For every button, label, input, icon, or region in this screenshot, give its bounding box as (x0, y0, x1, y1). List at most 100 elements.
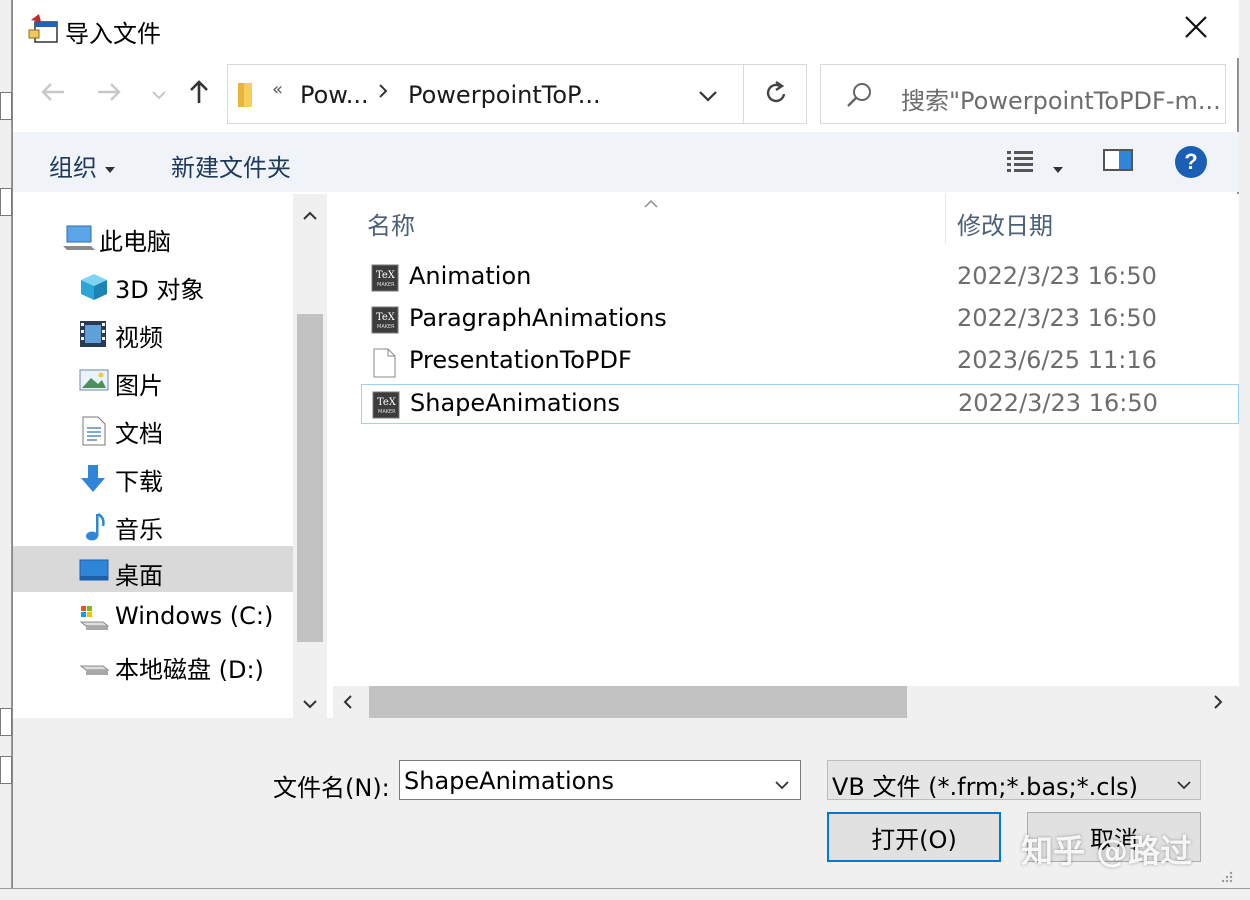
sidebar-item-label: 音乐 (115, 516, 163, 544)
forward-button[interactable] (91, 76, 127, 112)
column-divider[interactable] (945, 194, 946, 244)
open-button[interactable]: 打开(O) (827, 812, 1001, 862)
arrow-right-icon (96, 81, 122, 107)
picture-icon (79, 368, 109, 396)
arrow-left-icon (40, 81, 66, 107)
blank-file-icon (371, 348, 397, 382)
file-name: ParagraphAnimations (409, 304, 667, 332)
background-window-edge-right (1238, 0, 1250, 900)
filename-input[interactable]: ShapeAnimations (399, 760, 801, 800)
search-placeholder: 搜索"PowerpointToPDF-m... (901, 87, 1221, 115)
file-date: 2022/3/23 16:50 (957, 262, 1157, 290)
column-header-date-modified[interactable]: 修改日期 (957, 206, 1053, 241)
breadcrumb-parent[interactable]: Pow... (300, 81, 369, 109)
arrow-up-icon (188, 79, 210, 109)
watermark-text: 知乎 @路过 (1021, 832, 1193, 870)
sidebar-item-music[interactable]: 音乐 (13, 502, 293, 548)
preview-pane-icon[interactable] (1103, 148, 1133, 176)
breadcrumb-separator-icon[interactable] (378, 83, 388, 103)
filename-value[interactable]: ShapeAnimations (404, 767, 614, 795)
sidebar-item-drive-c[interactable]: Windows (C:) (13, 594, 293, 640)
scrollbar-thumb[interactable] (297, 314, 323, 642)
chevron-down-icon (151, 85, 167, 104)
sidebar-item-pictures[interactable]: 图片 (13, 358, 293, 404)
view-list-icon[interactable] (1005, 148, 1035, 178)
address-overflow-chevron[interactable]: « (272, 79, 283, 100)
sidebar-item-label: 下载 (115, 468, 163, 496)
view-dropdown-icon[interactable] (1053, 158, 1063, 177)
import-app-icon (27, 12, 61, 46)
refresh-button[interactable] (756, 79, 796, 111)
sidebar-item-drive-d[interactable]: 本地磁盘 (D:) (13, 642, 293, 688)
svg-text:TeX: TeX (376, 270, 396, 281)
search-icon (845, 81, 873, 113)
address-dropdown-icon[interactable] (698, 87, 718, 106)
file-list-horizontal-scrollbar[interactable] (333, 686, 1239, 718)
video-icon (79, 320, 107, 352)
file-row[interactable]: PresentationToPDF 2023/6/25 11:16 (361, 342, 1239, 382)
file-date: 2022/3/23 16:50 (957, 304, 1157, 332)
scroll-down-icon[interactable] (302, 694, 318, 713)
sidebar-item-this-pc[interactable]: 此电脑 (13, 214, 293, 260)
scroll-left-icon[interactable] (343, 694, 353, 714)
sidebar-item-label: 文档 (115, 420, 163, 448)
new-folder-button[interactable]: 新建文件夹 (171, 148, 291, 183)
sidebar-item-desktop[interactable]: 桌面 (13, 546, 293, 592)
svg-text:MAKER: MAKER (377, 282, 395, 288)
organize-button[interactable]: 组织 (49, 148, 97, 183)
help-button[interactable]: ? (1175, 146, 1207, 178)
scrollbar-thumb[interactable] (369, 686, 907, 718)
search-box[interactable]: 搜索"PowerpointToPDF-m... (820, 64, 1226, 124)
document-icon (81, 416, 107, 450)
filename-dropdown-icon[interactable] (774, 775, 790, 794)
breadcrumb-current[interactable]: PowerpointToP... (408, 81, 601, 109)
drive-c-icon (79, 604, 110, 636)
sidebar-item-label: 图片 (115, 372, 163, 400)
close-icon (1184, 15, 1208, 43)
recent-locations-button[interactable] (141, 76, 177, 112)
desktop-icon (79, 558, 109, 586)
close-button[interactable] (1173, 8, 1219, 50)
sort-ascending-icon (643, 194, 659, 213)
scroll-right-icon[interactable] (1213, 694, 1223, 714)
svg-text:MAKER: MAKER (378, 409, 396, 415)
svg-text:MAKER: MAKER (377, 324, 395, 330)
file-row[interactable]: TeX MAKER Animation 2022/3/23 16:50 (361, 258, 1239, 298)
sidebar-item-label: 本地磁盘 (D:) (115, 656, 264, 684)
refresh-icon (764, 80, 788, 110)
filetype-select[interactable]: VB 文件 (*.frm;*.bas;*.cls) (827, 760, 1201, 801)
resize-grip-icon[interactable] (1219, 868, 1233, 887)
address-bar[interactable]: « Pow... PowerpointToP... (227, 64, 807, 124)
sidebar-item-downloads[interactable]: 下载 (13, 454, 293, 500)
music-icon (83, 512, 107, 546)
file-row[interactable]: TeX MAKER ParagraphAnimations 2022/3/23 1… (361, 300, 1239, 340)
navigation-bar: « Pow... PowerpointToP... 搜索"PowerpointT… (13, 62, 1239, 126)
address-divider (743, 65, 744, 123)
navigation-pane-scrollbar[interactable] (293, 194, 327, 718)
scroll-up-icon[interactable] (302, 206, 318, 225)
filename-label: 文件名(N): (273, 774, 390, 802)
texmaker-file-icon: TeX MAKER (371, 306, 399, 338)
background-fragment (0, 756, 12, 784)
sidebar-item-3d-objects[interactable]: 3D 对象 (13, 262, 293, 308)
import-file-dialog: 导入文件 « Pow... PowerpointToP... 搜索"Powerp… (12, 0, 1239, 888)
file-row-selected[interactable]: TeX MAKER ShapeAnimations 2022/3/23 16:50 (361, 384, 1239, 424)
sidebar-item-label: 此电脑 (99, 228, 171, 256)
sidebar-item-videos[interactable]: 视频 (13, 310, 293, 356)
texmaker-file-icon: TeX MAKER (372, 391, 400, 423)
background-fragment (0, 188, 12, 216)
sidebar-item-label: 桌面 (115, 562, 163, 590)
dialog-title: 导入文件 (65, 20, 161, 48)
computer-icon (61, 224, 95, 256)
up-button[interactable] (181, 76, 217, 112)
background-fragment (0, 708, 12, 736)
background-window-edge (0, 0, 12, 900)
dialog-footer: 文件名(N): ShapeAnimations VB 文件 (*.frm;*.b… (13, 718, 1239, 888)
texmaker-file-icon: TeX MAKER (371, 264, 399, 296)
back-button[interactable] (35, 76, 71, 112)
organize-dropdown-icon[interactable] (105, 158, 115, 177)
cube-3d-icon (79, 272, 109, 306)
sidebar-item-documents[interactable]: 文档 (13, 406, 293, 452)
column-header-name[interactable]: 名称 (367, 206, 415, 241)
sidebar-item-label: 视频 (115, 324, 163, 352)
